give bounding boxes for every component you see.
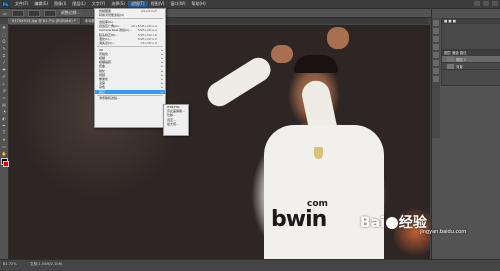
layer-name: 背景	[456, 64, 463, 69]
close-icon[interactable]	[492, 1, 498, 6]
tab-channels[interactable]: 通道	[452, 51, 459, 55]
menu-item-label: 转换为智能滤镜(S)	[99, 13, 125, 18]
panel-toggle-icon[interactable]	[433, 44, 439, 50]
panel-toggle-icon[interactable]	[433, 76, 439, 82]
marquee-tool-icon[interactable]: ⬚	[1, 32, 7, 38]
photo-arm-left	[202, 53, 276, 111]
dodge-tool-icon[interactable]: ◐	[1, 116, 7, 122]
menu-window[interactable]: 窗口(W)	[167, 1, 188, 7]
menu-filter[interactable]: 滤镜(T)	[128, 1, 148, 7]
menu-select[interactable]: 选择(S)	[108, 1, 128, 7]
menu-edit[interactable]: 编辑(E)	[31, 1, 51, 7]
menubar: Ps 文件(F) 编辑(E) 图像(I) 图层(L) 文字(Y) 选择(S) 滤…	[0, 0, 500, 9]
zoom-level[interactable]: 81.72%	[3, 262, 17, 266]
panel-toggle-icon[interactable]	[433, 28, 439, 34]
panel-toggle-icon[interactable]	[433, 52, 439, 58]
options-bar: ▭ 调整边缘...	[0, 9, 500, 18]
brush-tool-icon[interactable]: ✐	[1, 74, 7, 80]
maximize-icon[interactable]	[483, 1, 489, 6]
pen-tool-icon[interactable]: ✒	[1, 123, 7, 129]
tool-preset-icon[interactable]: ▭	[0, 11, 10, 16]
panel-toggle-icon[interactable]	[433, 36, 439, 42]
layer-row[interactable]: 背景	[442, 63, 500, 70]
menu-item-shortcut: Alt+Ctrl+V	[140, 40, 157, 45]
menu-item[interactable]: 转换为智能滤镜(S)	[95, 13, 165, 17]
menu-file[interactable]: 文件(F)	[12, 1, 31, 7]
minimize-icon[interactable]	[474, 1, 480, 6]
shape-tool-icon[interactable]: ▭	[1, 144, 7, 150]
photo-hand-right	[327, 27, 349, 49]
option-label[interactable]: 调整边缘...	[58, 10, 84, 16]
layer-name: 图层 1	[456, 57, 467, 62]
menu-item-label: 浏览联机滤镜...	[99, 96, 120, 101]
baidu-watermark: Bai 经验	[360, 212, 427, 232]
photo-sponsor: bwin	[271, 207, 327, 232]
panel-tab[interactable]: ■ ■ ■	[442, 19, 500, 24]
submenu-arrow-icon: ▸	[161, 89, 163, 94]
filter-menu-dropdown: 仿制图章 Alt+Ctrl+F 转换为智能滤镜(S) 滤镜库(G)... 自适应广角(A…	[94, 8, 166, 128]
panel-toggle-icon[interactable]	[433, 60, 439, 66]
healing-tool-icon[interactable]: ✚	[1, 67, 7, 73]
color-panel: ■ ■ ■	[441, 18, 500, 50]
status-bar: 81.72% 文档:1.05M/2.10M	[0, 259, 500, 271]
tab-paths[interactable]: 路径	[460, 51, 467, 55]
stamp-tool-icon[interactable]: ⊥	[1, 81, 7, 87]
photo-hair	[294, 55, 338, 73]
watermark-brand-left: Bai	[360, 215, 385, 231]
other-submenu: HSB/HSL 高反差保留... 位移... 自定... 最大值...	[163, 104, 189, 136]
menu-item-other-highlighted[interactable]: 其它 ▸	[95, 89, 165, 94]
quick-select-tool-icon[interactable]: ✎	[1, 46, 7, 52]
layer-thumbnail	[447, 56, 454, 62]
right-panels: ■ ■ ■ 图层 通道 路径 图层 1 背景	[431, 9, 500, 259]
document-tabs: 0370X515.jpg @ 81.7% (RGB/8#) * 未标题-1 @ …	[8, 18, 428, 24]
layer-row[interactable]: 图层 1	[442, 56, 500, 63]
lasso-tool-icon[interactable]: ʘ	[1, 39, 7, 45]
option-box[interactable]	[43, 9, 56, 17]
menu-type[interactable]: 文字(Y)	[89, 1, 109, 7]
eraser-tool-icon[interactable]: ▱	[1, 95, 7, 101]
eyedropper-tool-icon[interactable]: ⁄	[1, 60, 7, 66]
panel-icon-strip	[432, 18, 440, 138]
layers-panel: 图层 通道 路径 图层 1 背景	[441, 50, 500, 86]
menu-help[interactable]: 帮助(H)	[189, 1, 209, 7]
menu-view[interactable]: 视图(V)	[148, 1, 168, 7]
history-brush-tool-icon[interactable]: ↺	[1, 88, 7, 94]
watermark-url: jingyan.baidu.com	[420, 229, 467, 235]
panel-toggle-icon[interactable]	[433, 20, 439, 26]
menu-item-label: 消失点(V)...	[99, 40, 116, 45]
gradient-tool-icon[interactable]: ▤	[1, 102, 7, 108]
blur-tool-icon[interactable]: ◔	[1, 109, 7, 115]
tab-layers[interactable]: 图层	[444, 51, 451, 55]
menu-item[interactable]: 浏览联机滤镜...	[95, 96, 165, 100]
tools-panel: ✥ ⬚ ʘ ✎ ⌗ ⁄ ✚ ✐ ⊥ ↺ ▱ ▤ ◔ ◐ ✒ T ➤ ▭ ✋ ⌕	[0, 24, 9, 259]
photo-shirt	[264, 125, 384, 259]
photoshop-logo: Ps	[1, 0, 10, 8]
option-box[interactable]	[11, 9, 24, 17]
panel-toggle-icon[interactable]	[433, 68, 439, 74]
document-info: 文档:1.05M/2.10M	[30, 262, 62, 266]
photo-crest	[314, 147, 323, 159]
menu-item-label: 其它	[99, 89, 106, 94]
window-controls	[474, 1, 498, 6]
option-box[interactable]	[27, 9, 40, 17]
tab-document-1[interactable]: 0370X515.jpg @ 81.7% (RGB/8#) *	[8, 18, 80, 24]
hand-tool-icon[interactable]: ✋	[1, 151, 7, 157]
paw-icon	[385, 217, 398, 229]
path-select-tool-icon[interactable]: ➤	[1, 137, 7, 143]
menu-layer[interactable]: 图层(L)	[69, 1, 88, 7]
menu-item[interactable]: 消失点(V)... Alt+Ctrl+V	[95, 41, 165, 45]
photo-hand-left	[271, 45, 293, 63]
move-tool-icon[interactable]: ✥	[1, 25, 7, 31]
crop-tool-icon[interactable]: ⌗	[1, 53, 7, 59]
type-tool-icon[interactable]: T	[1, 130, 7, 136]
layer-thumbnail	[447, 63, 454, 69]
submenu-item[interactable]: 最大值...	[164, 122, 188, 126]
menu-image[interactable]: 图像(I)	[51, 1, 69, 7]
